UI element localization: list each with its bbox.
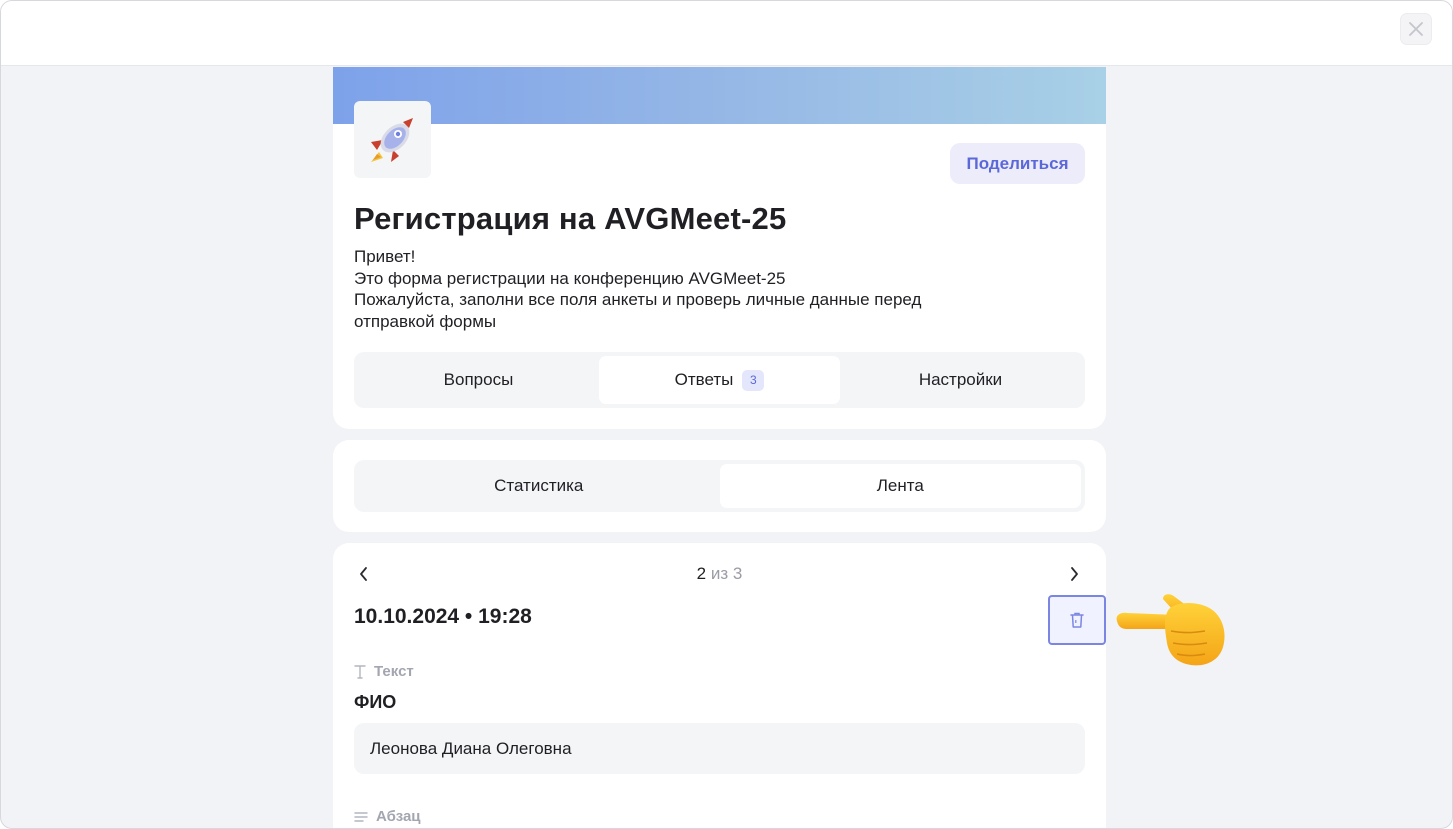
answer-value: Леонова Диана Олеговна bbox=[354, 723, 1085, 774]
cover-banner bbox=[333, 67, 1106, 124]
current-response-number: 2 bbox=[696, 564, 707, 583]
question-label: ФИО bbox=[354, 692, 397, 712]
response-card: 2 из 3 10.10.2024 • 19:28 Текст ФИО Леон… bbox=[333, 543, 1106, 828]
question-type: Абзац bbox=[354, 808, 421, 825]
responses-count-badge: 3 bbox=[742, 369, 765, 391]
description-line: Пожалуйста, заполни все поля анкеты и пр… bbox=[354, 290, 922, 309]
share-button[interactable]: Поделиться bbox=[950, 143, 1085, 184]
close-button[interactable] bbox=[1400, 13, 1432, 45]
pointing-hand-overlay bbox=[1113, 591, 1229, 674]
chevron-right-icon bbox=[1071, 567, 1078, 581]
form-title: Регистрация на AVGMeet-25 bbox=[354, 201, 787, 236]
view-tabs: Статистика Лента bbox=[354, 460, 1085, 512]
description-line: Это форма регистрации на конференцию AVG… bbox=[354, 268, 786, 288]
question-type: Текст bbox=[354, 663, 414, 680]
tab-responses[interactable]: Ответы 3 bbox=[599, 356, 840, 404]
app-window: Поделиться Регистрация на AVGMeet-25 При… bbox=[0, 0, 1453, 829]
trash-icon bbox=[1070, 612, 1084, 628]
form-description: Привет! Это форма регистрации на конфере… bbox=[354, 246, 1054, 332]
description-line: отправкой формы bbox=[354, 311, 497, 331]
tab-label: Лента bbox=[876, 476, 924, 495]
tab-label: Вопросы bbox=[443, 370, 514, 389]
question-type-label: Текст bbox=[374, 663, 414, 680]
response-timestamp: 10.10.2024 • 19:28 bbox=[354, 605, 532, 628]
form-header-card: Поделиться Регистрация на AVGMeet-25 При… bbox=[333, 67, 1106, 429]
tab-label: Ответы bbox=[674, 370, 734, 389]
modal-header bbox=[1, 1, 1452, 66]
rocket-icon bbox=[370, 117, 413, 162]
paragraph-type-icon bbox=[354, 811, 368, 822]
form-logo bbox=[354, 101, 431, 178]
next-response-button[interactable] bbox=[1062, 562, 1086, 586]
pointing-hand-icon bbox=[1116, 594, 1225, 666]
close-icon bbox=[1409, 22, 1423, 36]
tab-settings[interactable]: Настройки bbox=[840, 356, 1081, 404]
description-line: Привет! bbox=[354, 247, 416, 266]
view-switch-card: Статистика Лента bbox=[333, 440, 1106, 532]
form-tabs: Вопросы Ответы 3 Настройки bbox=[354, 352, 1085, 408]
text-type-icon bbox=[354, 664, 366, 679]
tab-feed[interactable]: Лента bbox=[719, 464, 1081, 508]
delete-response-button[interactable] bbox=[1048, 595, 1106, 645]
tab-label: Статистика bbox=[494, 476, 584, 495]
tab-label: Настройки bbox=[918, 370, 1003, 389]
total-responses: из 3 bbox=[710, 564, 743, 583]
question-type-label: Абзац bbox=[376, 808, 421, 825]
tab-statistics[interactable]: Статистика bbox=[358, 464, 720, 508]
response-pager: 2 из 3 bbox=[333, 564, 1106, 584]
tab-questions[interactable]: Вопросы bbox=[358, 356, 599, 404]
form-column: Поделиться Регистрация на AVGMeet-25 При… bbox=[333, 67, 1106, 828]
